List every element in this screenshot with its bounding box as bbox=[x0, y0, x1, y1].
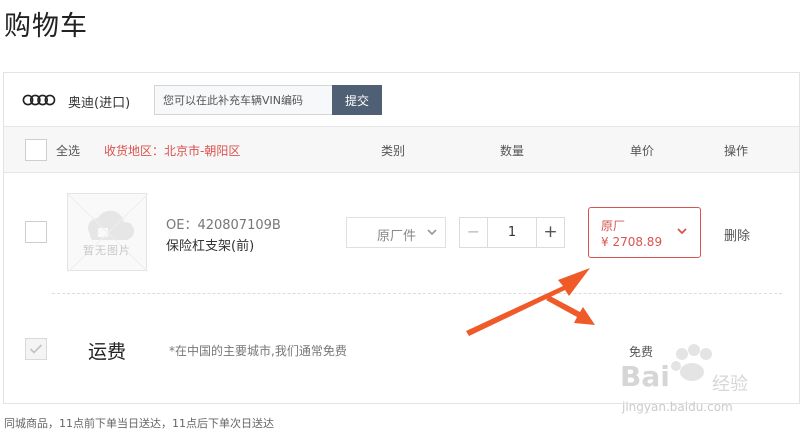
cart-item-row: 暂无图片 OE：420807109B 保险杠支架(前) 原厂件 − 1 + 原厂… bbox=[4, 173, 799, 293]
decrease-quantity-button[interactable]: − bbox=[460, 218, 488, 247]
quantity-stepper: − 1 + bbox=[459, 217, 565, 248]
column-header-operation: 操作 bbox=[724, 144, 749, 158]
watermark-sub: 经验 bbox=[712, 374, 748, 395]
item-checkbox[interactable] bbox=[25, 221, 47, 243]
select-all-checkbox[interactable] bbox=[25, 139, 47, 161]
product-image-placeholder: 暂无图片 bbox=[67, 193, 148, 272]
brand-name: 奥迪(进口) bbox=[68, 96, 131, 111]
brand-row: 奥迪(进口) 提交 bbox=[4, 73, 799, 127]
page-title: 购物车 bbox=[4, 11, 88, 42]
increase-quantity-button[interactable]: + bbox=[536, 218, 564, 247]
quantity-value[interactable]: 1 bbox=[488, 225, 536, 240]
delivery-footer-note: 同城商品，11点前下单当日送达，11点后下单次日送达 bbox=[4, 417, 274, 430]
delivery-region-link[interactable]: 收货地区：北京市-朝阳区 bbox=[104, 142, 240, 159]
shipping-note: *在中国的主要城市,我们通常免费 bbox=[169, 344, 347, 358]
column-header-quantity: 数量 bbox=[500, 144, 525, 158]
delete-item-link[interactable]: 删除 bbox=[724, 225, 750, 244]
unit-price: ¥ 2708.89 bbox=[601, 235, 663, 249]
oe-code: OE：420807109B bbox=[166, 218, 281, 233]
column-header-type: 类别 bbox=[381, 144, 406, 158]
column-header-price: 单价 bbox=[630, 144, 655, 158]
vin-submit-button[interactable]: 提交 bbox=[332, 85, 382, 115]
baidu-watermark: Bai 经验 jingyan.baidu.com bbox=[612, 340, 802, 430]
chevron-down-icon bbox=[427, 229, 437, 236]
cart-header-row: 全选 收货地区：北京市-朝阳区 类别 数量 单价 操作 bbox=[4, 127, 799, 173]
vin-input[interactable] bbox=[154, 85, 332, 115]
audi-rings-icon bbox=[22, 94, 56, 106]
watermark-brand: Bai bbox=[620, 360, 670, 393]
shipping-checkbox bbox=[25, 338, 47, 360]
part-type-value: 原厂件 bbox=[377, 229, 417, 244]
price-select[interactable]: 原厂 ¥ 2708.89 bbox=[588, 207, 701, 258]
check-icon bbox=[29, 344, 43, 354]
no-image-label: 暂无图片 bbox=[83, 244, 131, 257]
select-all-label[interactable]: 全选 bbox=[56, 142, 80, 159]
price-option-label: 原厂 bbox=[601, 219, 626, 233]
cloud-image-icon bbox=[68, 194, 148, 272]
shipping-title: 运费 bbox=[88, 341, 127, 363]
watermark-url: jingyan.baidu.com bbox=[622, 400, 733, 414]
part-type-select[interactable]: 原厂件 bbox=[346, 217, 446, 248]
part-name[interactable]: 保险杠支架(前) bbox=[166, 235, 254, 254]
chevron-down-icon bbox=[677, 228, 687, 235]
